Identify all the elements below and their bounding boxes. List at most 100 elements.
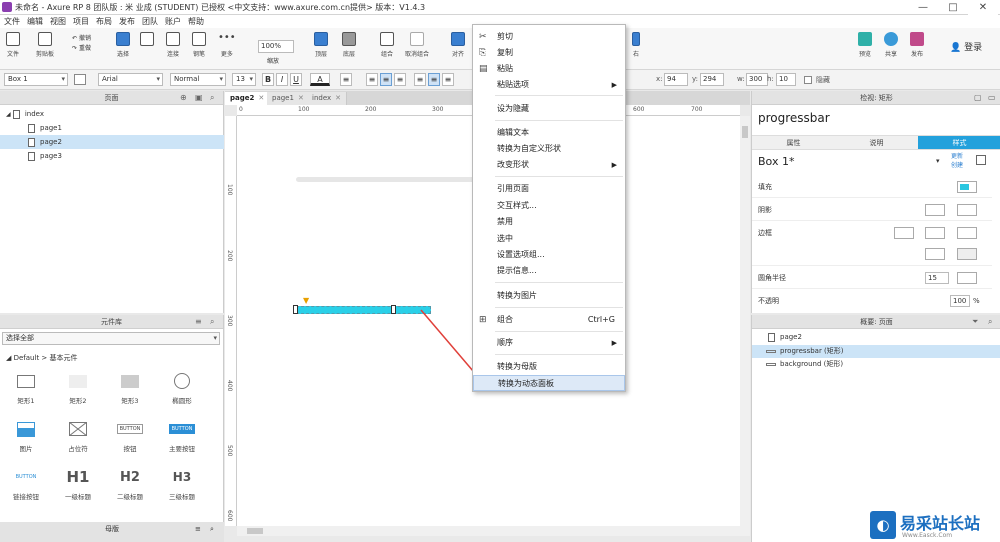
style-edit-icon[interactable] — [976, 155, 986, 165]
valign-middle-icon[interactable]: ≡ — [428, 73, 440, 86]
menu-item-edit-text[interactable]: 编辑文本 — [473, 125, 625, 141]
tab-page1[interactable]: page1 ✕ — [267, 92, 310, 105]
align-center-icon[interactable]: ≡ — [380, 73, 392, 86]
share-button[interactable]: 共享 — [884, 32, 898, 58]
font-style-select[interactable]: Normal — [170, 73, 226, 86]
menu-edit[interactable]: 编辑 — [27, 15, 43, 28]
minimize-button[interactable]: — — [908, 0, 938, 15]
tab-style[interactable]: 样式 — [918, 136, 1000, 149]
widget-primary-button[interactable]: BUTTON 主要按钮 — [156, 419, 208, 453]
menu-item-paste[interactable]: ▤ 粘贴 — [473, 61, 625, 77]
widget-image[interactable]: 图片 — [0, 419, 52, 453]
publish-button[interactable]: 发布 — [910, 32, 924, 58]
zoom-select[interactable]: 100% — [258, 40, 294, 53]
menu-team[interactable]: 团队 — [142, 15, 158, 28]
bring-to-front-button[interactable]: 顶层 — [314, 32, 328, 58]
expand-icon[interactable]: ▢ — [974, 91, 982, 105]
preview-button[interactable]: 预览 — [858, 32, 872, 58]
page-tree-root[interactable]: ◢ index — [0, 107, 224, 121]
border-width-picker[interactable] — [925, 227, 945, 239]
menu-item-copy[interactable]: ⎘ 复制 — [473, 45, 625, 61]
add-folder-icon[interactable]: ▣ — [195, 91, 203, 105]
widget-style-select[interactable]: Box 1 — [4, 73, 68, 86]
close-tab-icon[interactable]: ✕ — [298, 94, 304, 102]
y-input[interactable]: 294 — [700, 73, 724, 86]
menu-item-disabled[interactable]: 禁用 — [473, 214, 625, 230]
library-select[interactable]: 选择全部 — [2, 332, 220, 345]
outline-item-progressbar[interactable]: progressbar (矩形) — [752, 345, 1000, 358]
align-button[interactable]: 对齐 — [451, 32, 465, 58]
font-size-select[interactable]: 13 — [232, 73, 256, 86]
menu-layout[interactable]: 布局 — [96, 15, 112, 28]
font-color-button[interactable]: A — [310, 73, 330, 86]
outline-item-background[interactable]: background (矩形) — [752, 358, 1000, 371]
tab-notes[interactable]: 说明 — [835, 136, 918, 149]
border-color-picker[interactable] — [894, 227, 914, 239]
pen-button[interactable]: 钢笔 — [192, 32, 206, 58]
tab-properties[interactable]: 属性 — [752, 136, 835, 149]
scroll-thumb[interactable] — [247, 528, 263, 534]
x-input[interactable]: 94 — [664, 73, 688, 86]
widget-h3[interactable]: H3 三级标题 — [156, 467, 208, 501]
widget-box3[interactable]: 矩形3 — [104, 371, 156, 405]
menu-item-tooltip[interactable]: 提示信息... — [473, 263, 625, 279]
valign-bottom-icon[interactable]: ≡ — [442, 73, 454, 86]
widget-h2[interactable]: H2 二级标题 — [104, 467, 156, 502]
more-button[interactable]: ••• 更多 — [218, 32, 236, 58]
menu-item-paste-options[interactable]: 粘贴选项 ▶ — [473, 77, 625, 93]
menu-item-interaction-styles[interactable]: 交互样式... — [473, 198, 625, 214]
align-justify-icon[interactable]: ≡ — [394, 73, 406, 86]
opacity-input[interactable]: 100 — [950, 295, 970, 307]
bullet-list-icon[interactable]: ≡ — [340, 73, 352, 86]
page-item-page3[interactable]: page3 — [0, 149, 224, 163]
menu-project[interactable]: 项目 — [73, 15, 89, 28]
horizontal-scrollbar[interactable] — [237, 526, 750, 536]
inner-shadow-picker[interactable] — [957, 204, 977, 216]
update-style-link[interactable]: 更新 — [951, 152, 963, 161]
menu-account[interactable]: 账户 — [165, 15, 181, 28]
italic-button[interactable]: I — [276, 73, 288, 86]
menu-item-selection-group[interactable]: 设置选项组... — [473, 247, 625, 263]
width-input[interactable]: 300 — [746, 73, 768, 86]
format-painter-icon[interactable] — [74, 74, 86, 85]
border-visibility-picker[interactable] — [925, 248, 945, 260]
valign-top-icon[interactable]: ≡ — [414, 73, 426, 86]
clipboard-button[interactable]: 剪贴板 — [36, 32, 54, 58]
scroll-thumb[interactable] — [742, 126, 748, 138]
resize-handle[interactable] — [293, 305, 298, 314]
menu-publish[interactable]: 发布 — [119, 15, 135, 28]
menu-item-group[interactable]: ⊞ 组合 Ctrl+G — [473, 312, 625, 328]
send-to-back-button[interactable]: 底层 — [342, 32, 356, 58]
outer-shadow-picker[interactable] — [925, 204, 945, 216]
radius-input[interactable]: 15 — [925, 272, 949, 284]
filter-icon[interactable]: ⏷ — [972, 315, 978, 329]
progressbar-rectangle[interactable] — [296, 306, 431, 314]
resize-handle[interactable] — [391, 305, 396, 314]
align-left-icon[interactable]: ≡ — [366, 73, 378, 86]
menu-item-order[interactable]: 顺序 ▶ — [473, 335, 625, 351]
widget-name-field[interactable]: progressbar — [758, 111, 830, 125]
bold-button[interactable]: B — [262, 73, 274, 86]
arrow-style-picker[interactable] — [957, 248, 977, 260]
library-group-header[interactable]: ◢ Default > 基本元件 — [6, 353, 78, 363]
style-name[interactable]: Box 1* — [758, 155, 794, 168]
close-tab-icon[interactable]: ✕ — [335, 94, 341, 102]
hidden-checkbox[interactable] — [804, 76, 812, 84]
undo-button[interactable]: ↶ 撤销 — [72, 34, 91, 44]
connect-button[interactable]: 连接 — [166, 32, 180, 58]
widget-box1[interactable]: 矩形1 — [0, 371, 52, 405]
outline-page[interactable]: page2 — [752, 331, 1000, 344]
close-button[interactable]: ✕ — [968, 0, 998, 15]
menu-item-reference-page[interactable]: 引用页面 — [473, 181, 625, 197]
underline-button[interactable]: U — [290, 73, 302, 86]
add-page-icon[interactable]: ⊕ — [180, 91, 187, 105]
create-style-link[interactable]: 创建 — [951, 161, 963, 170]
widget-ellipse[interactable]: 椭圆形 — [156, 371, 208, 405]
tab-page2[interactable]: page2 ✕ — [225, 92, 271, 105]
search-icon[interactable]: ⌕ — [210, 91, 214, 105]
menu-item-convert-image[interactable]: 转换为图片 — [473, 288, 625, 304]
group-button[interactable]: 组合 — [380, 32, 394, 58]
menu-item-change-shape[interactable]: 改变形状 ▶ — [473, 157, 625, 173]
select-mode-button[interactable] — [140, 32, 154, 49]
widget-placeholder[interactable]: 占位符 — [52, 419, 104, 453]
